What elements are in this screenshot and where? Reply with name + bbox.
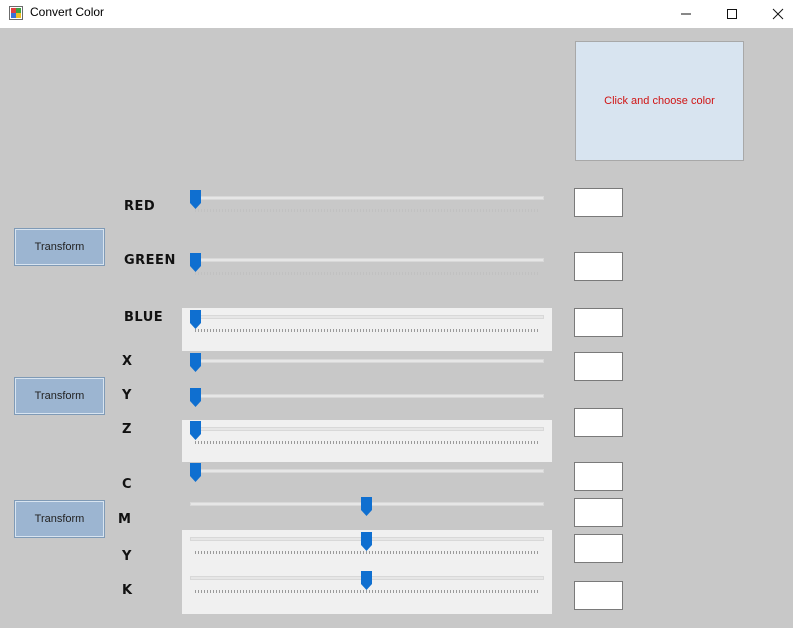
green-slider-thumb[interactable]: [190, 253, 201, 272]
transform-xyz-button[interactable]: Transform: [14, 377, 105, 415]
minimize-icon: [681, 13, 691, 15]
y-value-field[interactable]: [574, 408, 623, 437]
green-value-field[interactable]: [574, 252, 623, 281]
z-slider-ticks: [195, 441, 539, 444]
blue-slider-ticks: [195, 329, 539, 332]
y-cmyk-slider-ticks: [195, 551, 539, 554]
minimize-button[interactable]: [663, 0, 709, 28]
y-cmyk-slider-thumb[interactable]: [361, 532, 372, 551]
label-y: Y: [122, 388, 132, 403]
label-x: X: [122, 354, 133, 369]
window-title: Convert Color: [30, 5, 105, 19]
app-icon: [9, 6, 23, 20]
z-value-field[interactable]: [574, 462, 623, 491]
c-value-field[interactable]: [574, 498, 623, 527]
label-k: K: [122, 583, 133, 598]
k-slider-thumb[interactable]: [361, 571, 372, 590]
transform-rgb-label: Transform: [34, 241, 85, 253]
x-slider-thumb[interactable]: [190, 353, 201, 372]
transform-xyz-label: Transform: [34, 390, 85, 402]
label-blue: BLUE: [124, 310, 164, 325]
c-slider-thumb[interactable]: [190, 463, 201, 482]
m-value-field[interactable]: [574, 534, 623, 563]
red-slider-ticks: [195, 209, 539, 212]
label-red: RED: [124, 199, 156, 214]
blue-slider-thumb[interactable]: [190, 310, 201, 329]
maximize-button[interactable]: [709, 0, 755, 28]
transform-cmyk-button[interactable]: Transform: [14, 500, 105, 538]
color-picker-label: Click and choose color: [604, 95, 715, 107]
close-icon: [772, 8, 784, 20]
blue-value-field[interactable]: [574, 308, 623, 337]
y-slider-thumb[interactable]: [190, 388, 201, 407]
x-value-field[interactable]: [574, 352, 623, 381]
close-button[interactable]: [755, 0, 793, 28]
green-slider-track: [190, 258, 544, 262]
transform-rgb-button[interactable]: Transform: [14, 228, 105, 266]
red-value-field[interactable]: [574, 188, 623, 217]
green-slider-ticks: [195, 272, 539, 275]
red-slider-thumb[interactable]: [190, 190, 201, 209]
transform-cmyk-label: Transform: [34, 513, 85, 525]
red-slider-track: [190, 196, 544, 200]
k-slider-ticks: [195, 590, 539, 593]
blue-slider-track: [190, 315, 544, 319]
color-picker-panel[interactable]: Click and choose color: [575, 41, 744, 161]
c-slider-track: [190, 469, 544, 473]
maximize-icon: [727, 9, 737, 19]
k-value-field[interactable]: [574, 581, 623, 610]
label-green: GREEN: [124, 253, 176, 268]
y-slider-track: [190, 394, 544, 398]
label-z: Z: [122, 422, 132, 437]
label-m: M: [118, 512, 132, 527]
title-bar: Convert Color: [0, 0, 793, 28]
z-slider-track: [190, 427, 544, 431]
label-y-cmyk: Y: [122, 549, 132, 564]
x-slider-track: [190, 359, 544, 363]
z-slider-thumb[interactable]: [190, 421, 201, 440]
label-c: C: [122, 477, 133, 492]
m-slider-thumb[interactable]: [361, 497, 372, 516]
